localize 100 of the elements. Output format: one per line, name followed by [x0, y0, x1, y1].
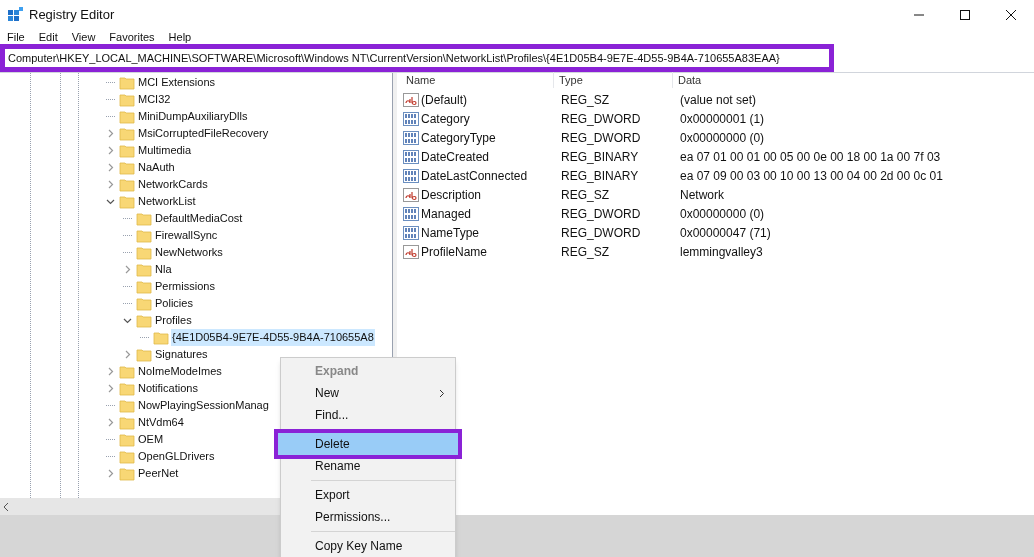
chevron-down-icon[interactable] [123, 316, 132, 325]
tree-item[interactable]: Profiles [154, 312, 193, 329]
string-value-icon [403, 244, 419, 259]
value-name[interactable]: DateLastConnected [421, 166, 528, 185]
tree-item[interactable]: NetworkCards [137, 176, 209, 193]
tree-item[interactable]: Permissions [154, 278, 216, 295]
column-header[interactable]: Name [397, 71, 553, 89]
tree-item[interactable]: Notifications [137, 380, 199, 397]
folder-icon [119, 75, 135, 90]
chevron-down-icon[interactable] [106, 197, 115, 206]
tree-item[interactable]: Signatures [154, 346, 209, 363]
value-data: 0x00000000 (0) [679, 205, 765, 223]
tree-item[interactable]: MCI32 [137, 91, 172, 108]
value-data: lemmingvalley3 [679, 243, 763, 261]
tree-item[interactable]: OEM [137, 431, 165, 448]
tree-item[interactable]: NowPlayingSessionManag [137, 397, 270, 414]
binary-value-icon [403, 130, 419, 145]
folder-icon [119, 381, 135, 396]
value-type: REG_BINARY [560, 148, 640, 166]
binary-value-icon [403, 111, 419, 126]
menu-item[interactable]: File [7, 31, 25, 43]
column-header[interactable]: Type [553, 71, 672, 89]
value-type: REG_SZ [560, 91, 610, 109]
chevron-right-icon[interactable] [106, 418, 115, 427]
tree-item[interactable]: DefaultMediaCost [154, 210, 244, 227]
value-name[interactable]: CategoryType [421, 128, 496, 147]
tree-item[interactable]: OpenGLDrivers [137, 448, 216, 465]
chevron-right-icon[interactable] [123, 350, 132, 359]
menu-item[interactable]: Export [281, 484, 455, 506]
folder-icon [119, 143, 135, 158]
chevron-right-icon[interactable] [123, 265, 132, 274]
menu-item[interactable]: Find... [281, 404, 455, 426]
menu-item[interactable]: Rename [281, 455, 455, 477]
value-name[interactable]: (Default) [421, 90, 467, 109]
value-data: 0x00000001 (1) [679, 110, 765, 128]
window-title: Registry Editor [29, 6, 115, 25]
value-type: REG_DWORD [560, 205, 642, 223]
chevron-right-icon[interactable] [106, 129, 115, 138]
tree-item[interactable]: MCI Extensions [137, 74, 217, 91]
value-data: 0x00000000 (0) [679, 129, 765, 147]
value-type: REG_SZ [560, 243, 610, 261]
tree-item[interactable]: NewNetworks [154, 244, 224, 261]
tree-item[interactable]: PeerNet [137, 465, 180, 482]
value-name[interactable]: Category [421, 109, 470, 128]
tree-item[interactable]: FirewallSync [154, 227, 219, 244]
value-data: Network [679, 186, 724, 204]
menu-item[interactable]: New [281, 382, 455, 404]
tree-item[interactable]: NtVdm64 [137, 414, 185, 431]
binary-value-icon [403, 225, 419, 240]
tree-item[interactable]: NetworkList [137, 193, 197, 210]
folder-icon [136, 313, 152, 328]
folder-icon [119, 449, 135, 464]
folder-icon [136, 347, 152, 362]
value-name[interactable]: ProfileName [421, 242, 488, 261]
chevron-right-icon[interactable] [106, 146, 115, 155]
binary-value-icon [403, 149, 419, 164]
value-type: REG_SZ [560, 186, 610, 204]
menu-item[interactable]: Permissions... [281, 506, 455, 528]
registry-icon [8, 7, 24, 23]
chevron-right-icon[interactable] [106, 180, 115, 189]
folder-icon [119, 364, 135, 379]
value-name[interactable]: NameType [421, 223, 480, 242]
value-type: REG_DWORD [560, 129, 642, 147]
menu-item[interactable]: Copy Key Name [281, 535, 455, 557]
address-bar[interactable]: Computer\HKEY_LOCAL_MACHINE\SOFTWARE\Microsoft\Windows NT\CurrentVersion\NetworkList\Profiles\{4E1D05B4-9E7E-4D55-9B4A-710655A83EAA} [0, 44, 834, 72]
folder-icon [119, 194, 135, 209]
value-data: ea 07 09 00 03 00 10 00 13 00 04 00 2d 00 0c 01 [679, 167, 943, 185]
tree-item[interactable]: NaAuth [137, 159, 176, 176]
tree-item[interactable]: MsiCorruptedFileRecovery [137, 125, 270, 142]
menu-item[interactable]: Edit [38, 31, 58, 43]
value-name[interactable]: Managed [421, 204, 472, 223]
column-header[interactable]: Data [672, 71, 972, 89]
tree-item[interactable]: Multimedia [137, 142, 193, 159]
menu-item[interactable]: Favorites [109, 31, 155, 43]
tree-item[interactable]: Nla [154, 261, 173, 278]
folder-icon [119, 415, 135, 430]
tree-item[interactable]: MiniDumpAuxiliaryDlls [137, 108, 249, 125]
binary-value-icon [403, 168, 419, 183]
menu-item[interactable]: View [71, 31, 96, 43]
string-value-icon [403, 187, 419, 202]
menu-item[interactable]: Help [168, 31, 192, 43]
value-type: REG_DWORD [560, 224, 642, 242]
folder-icon [136, 296, 152, 311]
tree-item[interactable]: {4E1D05B4-9E7E-4D55-9B4A-710655A8 [171, 329, 375, 346]
chevron-right-icon[interactable] [106, 469, 115, 478]
value-name[interactable]: Description [421, 185, 482, 204]
value-name[interactable]: DateCreated [421, 147, 490, 166]
folder-icon [136, 211, 152, 226]
tree-item[interactable]: Policies [154, 295, 194, 312]
tree-item[interactable]: NoImeModeImes [137, 363, 223, 380]
chevron-right-icon[interactable] [106, 367, 115, 376]
folder-icon [136, 279, 152, 294]
value-data: 0x00000047 (71) [679, 224, 771, 242]
folder-icon [119, 92, 135, 107]
chevron-right-icon[interactable] [106, 384, 115, 393]
close-icon [1006, 10, 1016, 20]
string-value-icon [403, 92, 419, 107]
folder-icon [119, 126, 135, 141]
folder-icon [119, 160, 135, 175]
chevron-right-icon[interactable] [106, 163, 115, 172]
